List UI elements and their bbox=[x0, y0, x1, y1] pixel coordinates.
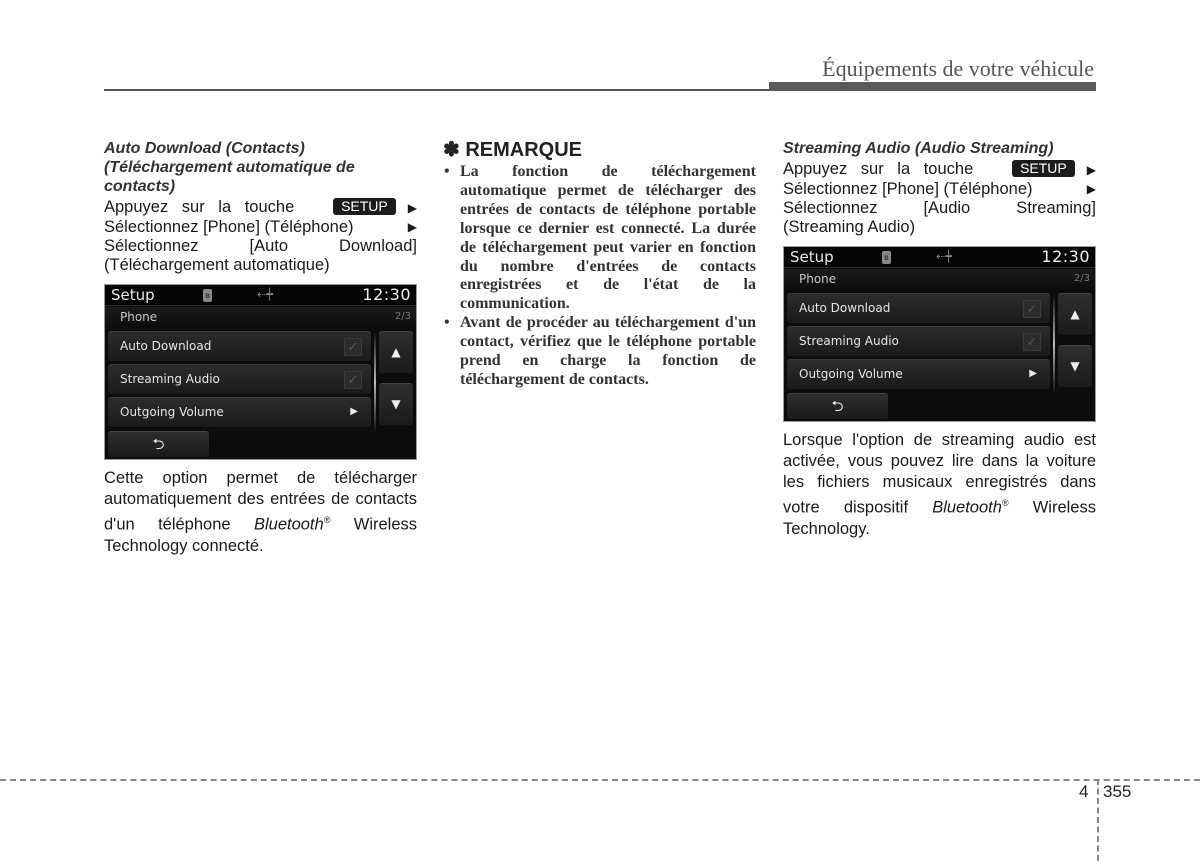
instruction-line: Sélectionnez [Auto Download] bbox=[104, 237, 417, 256]
instruction-text: Streaming] bbox=[1016, 199, 1096, 217]
back-arrow-icon: ⮌ bbox=[152, 435, 165, 453]
scroll-up-button[interactable]: ▲ bbox=[379, 331, 413, 373]
chevron-right-icon: ▶ bbox=[350, 406, 358, 417]
scroll-down-button[interactable]: ▼ bbox=[1058, 345, 1092, 387]
scroll-down-button[interactable]: ▼ bbox=[379, 383, 413, 425]
remark-bullet: Avant de procéder au téléchargement d'un… bbox=[443, 314, 756, 390]
menu-item-label: Outgoing Volume bbox=[120, 405, 224, 419]
arrow-right-icon: ▶ bbox=[1086, 163, 1096, 177]
chevron-right-icon: ▶ bbox=[1029, 368, 1037, 379]
menu-item-auto-download[interactable]: Auto Download ✓ bbox=[787, 293, 1050, 323]
right-column: Streaming Audio (Audio Streaming) Appuye… bbox=[783, 139, 1096, 540]
setup-key: SETUP bbox=[1012, 160, 1075, 177]
checkbox-checked[interactable]: ✓ bbox=[344, 338, 362, 356]
scrollbar[interactable] bbox=[374, 333, 376, 431]
header-rule bbox=[104, 89, 770, 91]
section-heading: Auto Download (Contacts) (Téléchargement… bbox=[104, 139, 417, 196]
brand-name: Bluetooth bbox=[932, 498, 1002, 517]
section-bar: Phone 2/3 bbox=[105, 307, 416, 327]
arrow-right-icon: ▶ bbox=[407, 201, 417, 215]
screen-title: Setup bbox=[111, 286, 155, 304]
bluetooth-icon: ʙ bbox=[203, 289, 212, 302]
menu-item-label: Streaming Audio bbox=[120, 372, 220, 386]
back-button[interactable]: ⮌ bbox=[108, 431, 209, 457]
remark-list: La fonction de téléchargement automatiqu… bbox=[443, 163, 756, 390]
back-arrow-icon: ⮌ bbox=[831, 397, 844, 415]
description: Lorsque l'option de streaming audio est … bbox=[783, 430, 1096, 540]
instruction-text: [Audio bbox=[923, 199, 971, 217]
checkbox-checked[interactable]: ✓ bbox=[1023, 300, 1041, 318]
setup-screen: Setup ʙ ⇠┿ 12:30 Phone 2/3 Auto Download… bbox=[783, 246, 1096, 422]
scrollbar[interactable] bbox=[1053, 295, 1055, 393]
remark-column: ✽ REMARQUE La fonction de téléchargement… bbox=[443, 139, 756, 390]
menu-item-streaming-audio[interactable]: Streaming Audio ✓ bbox=[787, 326, 1050, 356]
heading-line: Auto Download (Contacts) bbox=[104, 140, 305, 157]
instruction-line: Sélectionnez [Audio Streaming] bbox=[783, 199, 1096, 218]
instruction-text: Appuyez sur la touche bbox=[783, 160, 974, 178]
clock: 12:30 bbox=[1041, 247, 1090, 266]
section-heading: Streaming Audio (Audio Streaming) bbox=[783, 140, 1054, 157]
registered-mark: ® bbox=[1001, 498, 1009, 508]
instruction-line: Sélectionnez [Phone] (Téléphone) ▶ bbox=[104, 218, 417, 237]
setup-key-group: SETUP ▶ bbox=[1004, 160, 1096, 180]
back-button[interactable]: ⮌ bbox=[787, 393, 888, 419]
remark-bullet: La fonction de téléchargement automatiqu… bbox=[443, 163, 756, 314]
left-column: Auto Download (Contacts) (Téléchargement… bbox=[104, 139, 417, 557]
remark-title: ✽ REMARQUE bbox=[443, 139, 582, 161]
menu-item-auto-download[interactable]: Auto Download ✓ bbox=[108, 331, 371, 361]
description: Cette option permet de télécharger autom… bbox=[104, 468, 417, 557]
setup-screen: Setup ʙ ⇠┿ 12:30 Phone 2/3 Auto Download… bbox=[104, 284, 417, 460]
menu-item-label: Outgoing Volume bbox=[799, 367, 903, 381]
header-title: Équipements de votre véhicule bbox=[822, 56, 1094, 81]
section-bar: Phone 2/3 bbox=[784, 269, 1095, 289]
page-indicator: 2/3 bbox=[1073, 273, 1090, 284]
status-bar: Setup ʙ ⇠┿ 12:30 bbox=[784, 247, 1095, 268]
bluetooth-icon: ʙ bbox=[882, 251, 891, 264]
instruction-text: Sélectionnez [Phone] (Téléphone) bbox=[783, 180, 1033, 198]
section-label: Phone bbox=[799, 272, 837, 286]
setup-key-group: SETUP ▶ bbox=[325, 198, 417, 218]
instruction-text: Download] bbox=[339, 237, 417, 255]
section-label: Phone bbox=[120, 310, 158, 324]
checkbox-checked[interactable]: ✓ bbox=[1023, 333, 1041, 351]
checkbox-checked[interactable]: ✓ bbox=[344, 371, 362, 389]
instruction-line: Appuyez sur la touche SETUP ▶ bbox=[104, 198, 417, 218]
chapter-number: 4 bbox=[1079, 782, 1089, 801]
instructions: Appuyez sur la touche SETUP ▶ Sélectionne… bbox=[104, 198, 417, 275]
instruction-text: (Téléchargement automatique) bbox=[104, 256, 330, 274]
instruction-text: Sélectionnez bbox=[104, 237, 199, 255]
footer-divider bbox=[0, 779, 1200, 781]
arrow-right-icon: ▶ bbox=[1086, 182, 1096, 196]
instruction-text: [Auto bbox=[249, 237, 289, 255]
menu-item-outgoing-volume[interactable]: Outgoing Volume ▶ bbox=[108, 397, 371, 427]
instruction-text: Sélectionnez bbox=[783, 199, 878, 217]
screen-title: Setup bbox=[790, 248, 834, 266]
instruction-text: (Streaming Audio) bbox=[783, 218, 916, 236]
footer-vertical-divider bbox=[1097, 779, 1099, 861]
heading-line: contacts) bbox=[104, 178, 176, 195]
menu-item-outgoing-volume[interactable]: Outgoing Volume ▶ bbox=[787, 359, 1050, 389]
instruction-line: Appuyez sur la touche SETUP ▶ bbox=[783, 160, 1096, 180]
status-bar: Setup ʙ ⇠┿ 12:30 bbox=[105, 285, 416, 306]
menu-item-label: Streaming Audio bbox=[799, 334, 899, 348]
setup-key: SETUP bbox=[333, 198, 396, 215]
header-rule-accent bbox=[769, 82, 1096, 91]
instruction-text: Appuyez sur la touche bbox=[104, 198, 295, 216]
page-indicator: 2/3 bbox=[394, 311, 411, 322]
usb-icon: ⇠┿ bbox=[257, 288, 273, 301]
usb-icon: ⇠┿ bbox=[936, 250, 952, 263]
heading-line: (Téléchargement automatique de bbox=[104, 159, 355, 176]
menu-item-label: Auto Download bbox=[120, 339, 212, 353]
scroll-up-button[interactable]: ▲ bbox=[1058, 293, 1092, 335]
instruction-text: Sélectionnez [Phone] (Téléphone) bbox=[104, 218, 354, 236]
clock: 12:30 bbox=[362, 285, 411, 304]
page-number: 355 bbox=[1103, 782, 1132, 801]
menu-item-streaming-audio[interactable]: Streaming Audio ✓ bbox=[108, 364, 371, 394]
registered-mark: ® bbox=[323, 515, 331, 525]
arrow-right-icon: ▶ bbox=[407, 220, 417, 234]
menu-item-label: Auto Download bbox=[799, 301, 891, 315]
instruction-line: Sélectionnez [Phone] (Téléphone) ▶ bbox=[783, 180, 1096, 199]
brand-name: Bluetooth bbox=[253, 515, 324, 534]
instructions: Appuyez sur la touche SETUP ▶ Sélectionne… bbox=[783, 160, 1096, 237]
